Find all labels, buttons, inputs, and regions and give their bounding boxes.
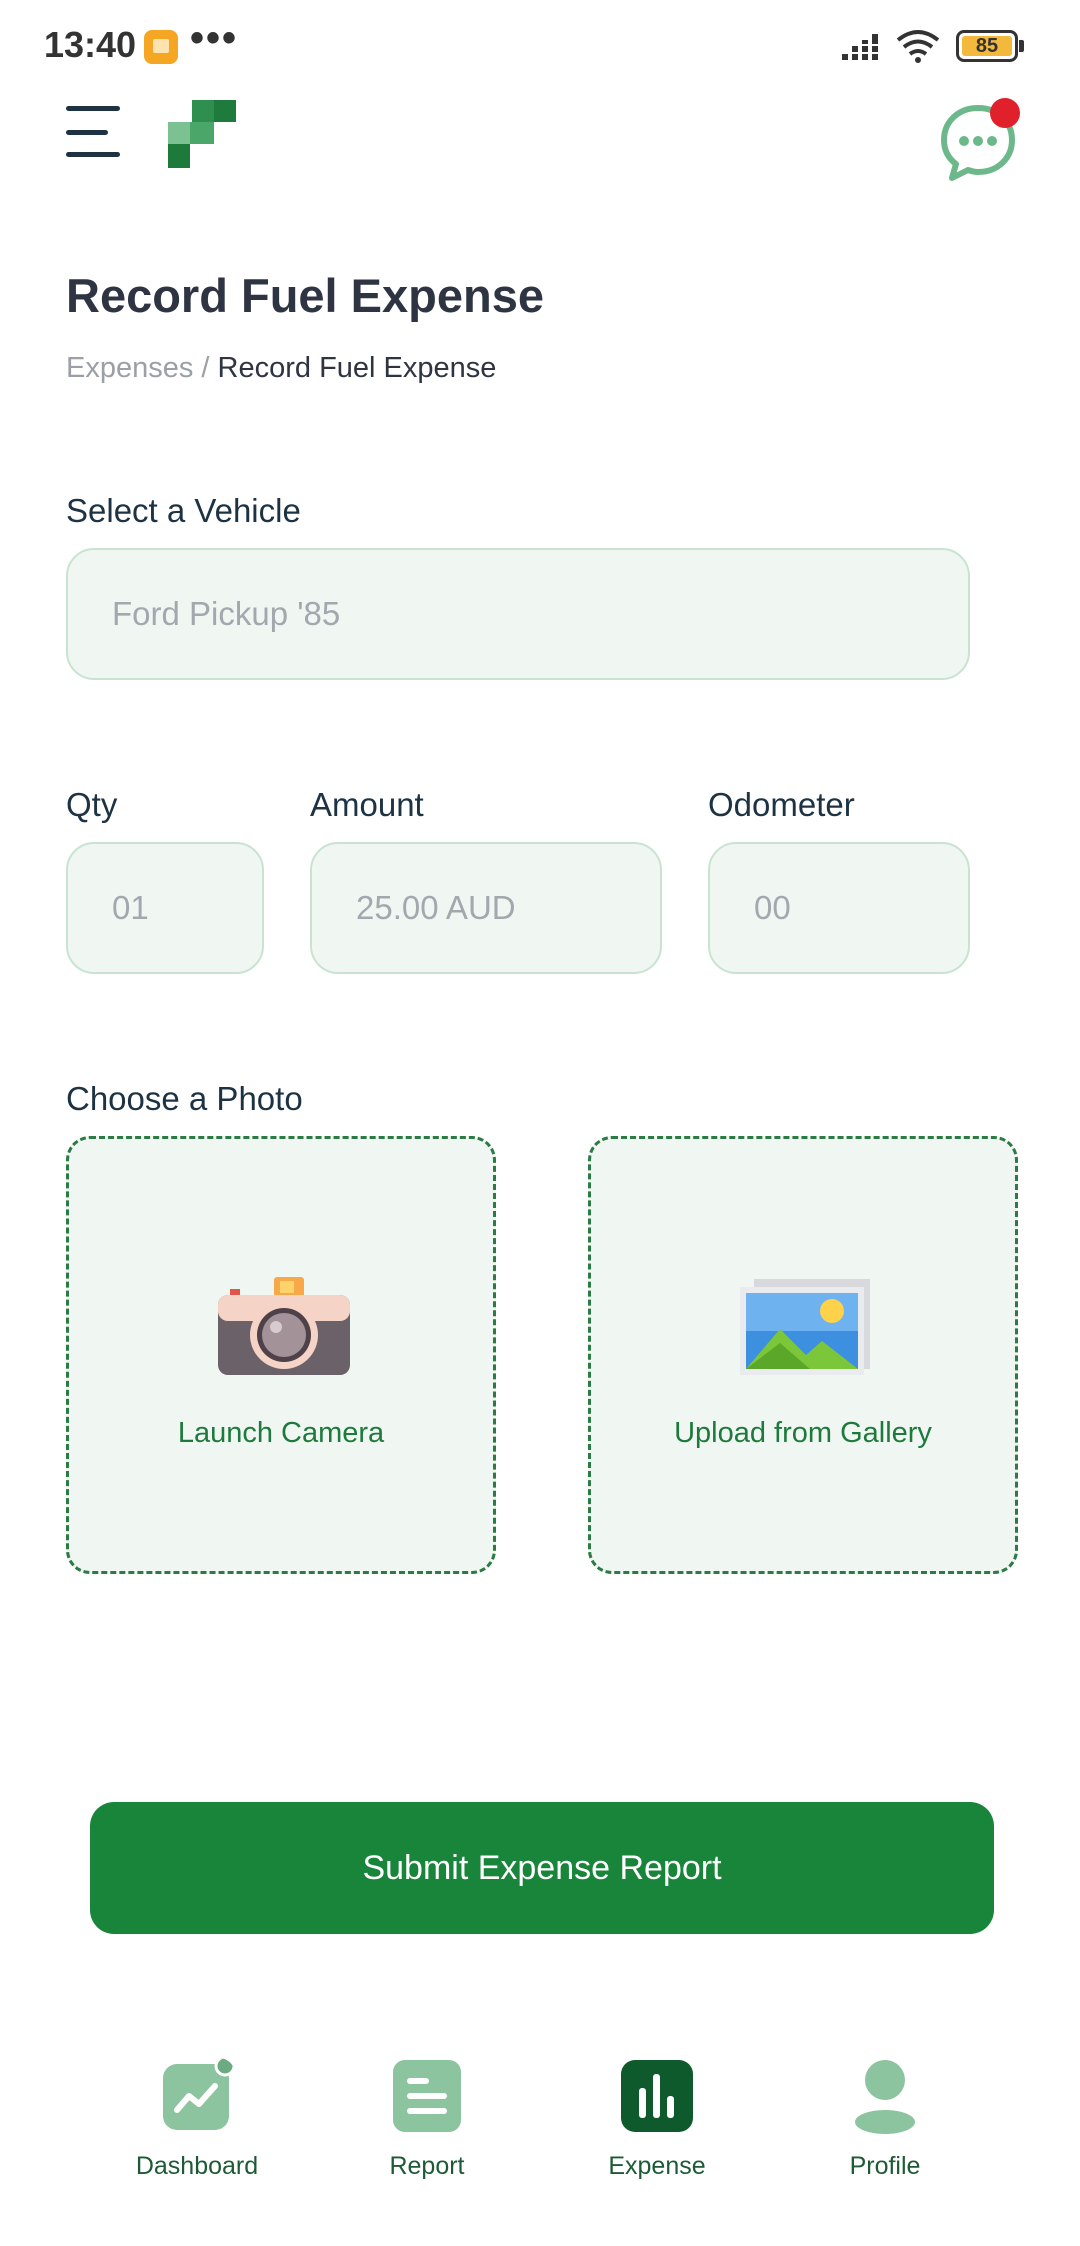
logo-icon — [168, 100, 236, 168]
status-time: 13:40 — [44, 24, 137, 65]
notification-badge — [990, 98, 1020, 128]
amount-placeholder: 25.00 AUD — [356, 889, 516, 926]
dashboard-icon — [163, 2058, 235, 2130]
camera-icon — [218, 1277, 350, 1375]
breadcrumb-expenses-link[interactable]: Expenses — [66, 352, 193, 384]
vehicle-select[interactable]: Ford Pickup '85 — [66, 548, 970, 680]
breadcrumb-current: Record Fuel Expense — [217, 352, 497, 384]
nav-report-label: Report — [389, 2152, 465, 2180]
qty-label: Qty — [66, 786, 118, 823]
vehicle-select-placeholder: Ford Pickup '85 — [112, 595, 341, 632]
odometer-label: Odometer — [708, 786, 855, 823]
gallery-icon — [740, 1279, 870, 1375]
nav-profile[interactable]: Profile — [785, 2058, 985, 2198]
amount-input[interactable]: 25.00 AUD — [310, 842, 662, 974]
screen: 13:40 ••• 85 Record Fuel Expense Expense… — [0, 0, 1080, 2246]
nav-dashboard-label: Dashboard — [135, 2152, 259, 2180]
page-title: Record Fuel Expense — [66, 269, 544, 322]
nav-profile-label: Profile — [849, 2152, 921, 2180]
menu-icon[interactable] — [66, 106, 120, 158]
qty-input[interactable]: 01 — [66, 842, 264, 974]
nav-report[interactable]: Report — [327, 2058, 527, 2198]
vehicle-label: Select a Vehicle — [66, 492, 301, 529]
battery-icon: 85 — [956, 30, 1024, 62]
odometer-input[interactable]: 00 — [708, 842, 970, 974]
nav-expense[interactable]: Expense — [557, 2058, 757, 2198]
upload-gallery-label: Upload from Gallery — [674, 1417, 932, 1449]
breadcrumb: Expenses / Record Fuel Expense — [66, 352, 496, 385]
battery-level: 85 — [975, 35, 999, 57]
amount-label: Amount — [310, 786, 424, 823]
signal-icon — [840, 34, 880, 60]
report-icon — [393, 2060, 461, 2132]
breadcrumb-separator: / — [193, 352, 218, 384]
status-bar: 13:40 ••• 85 — [0, 0, 1080, 90]
wifi-icon — [896, 30, 940, 63]
nav-dashboard[interactable]: Dashboard — [97, 2058, 297, 2198]
profile-icon — [855, 2060, 915, 2134]
launch-camera-button[interactable]: Launch Camera — [66, 1136, 496, 1574]
submit-label: Submit Expense Report — [362, 1848, 722, 1887]
expense-icon — [621, 2060, 693, 2132]
submit-expense-report-button[interactable]: Submit Expense Report — [90, 1802, 994, 1934]
nav-expense-label: Expense — [608, 2152, 706, 2180]
launch-camera-label: Launch Camera — [177, 1417, 385, 1449]
notification-app-icon — [144, 30, 178, 64]
more-notifications-icon: ••• — [190, 16, 239, 60]
upload-gallery-button[interactable]: Upload from Gallery — [588, 1136, 1018, 1574]
photo-label: Choose a Photo — [66, 1080, 303, 1117]
odometer-placeholder: 00 — [754, 889, 791, 926]
qty-placeholder: 01 — [112, 889, 149, 926]
